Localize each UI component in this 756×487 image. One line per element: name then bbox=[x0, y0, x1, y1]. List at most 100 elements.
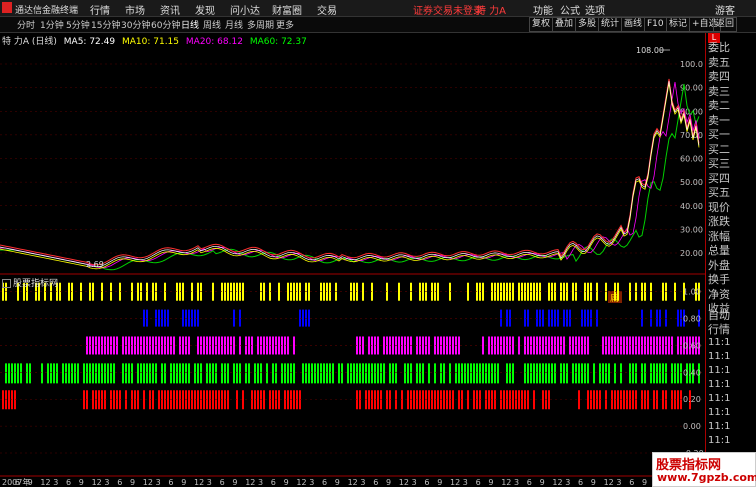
indicator-title-box[interactable]: 股票指标网 bbox=[2, 276, 58, 289]
indicator-bar bbox=[449, 390, 451, 410]
trade-label[interactable]: 行情 bbox=[708, 321, 730, 337]
menu-formula[interactable]: 公式 bbox=[560, 2, 580, 17]
period-toolbar: 分时 1分钟 5分钟 15分钟 30分钟 60分钟 日线 周线 月线 多周期 更… bbox=[0, 17, 756, 33]
indicator-bar bbox=[143, 390, 145, 410]
indicator-bar bbox=[500, 309, 502, 327]
indicator-bar bbox=[185, 390, 187, 410]
indicator-bar bbox=[272, 390, 274, 410]
indicator-bar bbox=[92, 363, 94, 384]
indicator-bar bbox=[107, 336, 109, 355]
user-guest[interactable]: 游客 bbox=[715, 2, 735, 17]
period-monthly[interactable]: 月线 bbox=[225, 18, 243, 31]
menu-discover[interactable]: 发现 bbox=[195, 2, 215, 17]
indicator-bar bbox=[380, 363, 382, 384]
period-daily[interactable]: 日线 bbox=[181, 18, 199, 31]
indicator-bar bbox=[524, 363, 526, 384]
indicator-bar bbox=[182, 309, 184, 327]
indicator-bar bbox=[158, 336, 160, 355]
period-1min[interactable]: 1分钟 bbox=[40, 18, 64, 31]
indicator-bar bbox=[383, 336, 385, 355]
indicator-bar bbox=[362, 282, 364, 301]
indicator-bar bbox=[398, 282, 400, 301]
time-tick: 3 bbox=[258, 478, 263, 487]
indicator-bar bbox=[542, 309, 544, 327]
indicator-bar bbox=[548, 336, 550, 355]
indicator-bar bbox=[563, 363, 565, 384]
indicator-bar bbox=[440, 390, 442, 410]
time-tick: 12 bbox=[450, 478, 460, 487]
indicator-bar bbox=[374, 390, 376, 410]
indicator-bar bbox=[653, 390, 655, 410]
indicator-bar bbox=[662, 390, 664, 410]
indicator-bar bbox=[482, 282, 484, 301]
indicator-bar bbox=[593, 363, 595, 384]
indicator-menu-icon[interactable] bbox=[2, 279, 11, 288]
indicator-bar bbox=[596, 390, 598, 410]
menu-options[interactable]: 选项 bbox=[585, 2, 605, 17]
tool-overlay[interactable]: 叠加 bbox=[552, 17, 577, 32]
indicator-bar bbox=[8, 390, 10, 410]
menu-wealth[interactable]: 财富圈 bbox=[272, 2, 302, 17]
menu-function[interactable]: 功能 bbox=[533, 2, 553, 17]
indicator-bar bbox=[164, 309, 166, 327]
indicator-bar bbox=[662, 282, 664, 301]
tool-f10[interactable]: F10 bbox=[644, 17, 667, 32]
menu-trade[interactable]: 交易 bbox=[317, 2, 337, 17]
indicator-bar bbox=[530, 363, 532, 384]
price-chart[interactable]: 100.090.0080.0070.0060.0050.0040.0030.00… bbox=[0, 33, 705, 487]
menu-news[interactable]: 资讯 bbox=[160, 2, 180, 17]
indicator-bar bbox=[170, 363, 172, 384]
indicator-bar bbox=[512, 390, 514, 410]
period-15min[interactable]: 15分钟 bbox=[91, 18, 120, 31]
time-tick: 6 bbox=[476, 478, 481, 487]
indicator-bar bbox=[275, 363, 277, 384]
indicator-bar bbox=[476, 390, 478, 410]
indicator-bar bbox=[152, 336, 154, 355]
tick-time: 11:1 bbox=[708, 393, 731, 404]
indicator-bar bbox=[206, 390, 208, 410]
indicator-bar bbox=[527, 390, 529, 410]
tool-draw[interactable]: 画线 bbox=[621, 17, 646, 32]
indicator-bar bbox=[602, 336, 604, 355]
indicator-bar bbox=[299, 390, 301, 410]
indicator-bar bbox=[494, 363, 496, 384]
indicator-bar bbox=[536, 309, 538, 327]
indicator-bar bbox=[203, 336, 205, 355]
indicator-bar bbox=[545, 363, 547, 384]
menu-quotes[interactable]: 行情 bbox=[90, 2, 110, 17]
menu-market[interactable]: 市场 bbox=[125, 2, 145, 17]
time-tick: 6 bbox=[373, 478, 378, 487]
indicator-bar bbox=[548, 309, 550, 327]
indicator-bar bbox=[263, 390, 265, 410]
login-alert[interactable]: 证券交易未登录 bbox=[413, 2, 483, 17]
tool-multistock[interactable]: 多股 bbox=[575, 17, 600, 32]
period-weekly[interactable]: 周线 bbox=[203, 18, 221, 31]
indicator-bar bbox=[542, 363, 544, 384]
indicator-bar bbox=[635, 390, 637, 410]
indicator-bar bbox=[137, 390, 139, 410]
tool-stats[interactable]: 统计 bbox=[598, 17, 623, 32]
period-60min[interactable]: 60分钟 bbox=[151, 18, 180, 31]
indicator-bar bbox=[443, 390, 445, 410]
period-multi[interactable]: 多周期 bbox=[247, 18, 274, 31]
period-30min[interactable]: 30分钟 bbox=[121, 18, 150, 31]
indicator-bar bbox=[587, 336, 589, 355]
time-tick: 6 bbox=[322, 478, 327, 487]
period-timeshare[interactable]: 分时 bbox=[17, 18, 35, 31]
menu-ask[interactable]: 问小达 bbox=[230, 2, 260, 17]
time-tick: 6 bbox=[527, 478, 532, 487]
time-tick: 6 bbox=[117, 478, 122, 487]
tool-adjust[interactable]: 复权 bbox=[529, 17, 554, 32]
indicator-bar bbox=[92, 282, 94, 301]
tool-mark[interactable]: 标记 bbox=[666, 17, 691, 32]
watermark: 股票指标网 www.7gpzb.com bbox=[652, 452, 756, 487]
tick-time: 11:1 bbox=[708, 435, 731, 446]
indicator-bar bbox=[551, 309, 553, 327]
indicator-bar bbox=[209, 390, 211, 410]
tool-back[interactable]: 返回 bbox=[713, 17, 738, 32]
period-more[interactable]: 更多 bbox=[276, 18, 294, 31]
indicator-bar bbox=[308, 363, 310, 384]
indicator-tick: 0.00 bbox=[683, 422, 701, 431]
indicator-bar bbox=[257, 390, 259, 410]
period-5min[interactable]: 5分钟 bbox=[66, 18, 90, 31]
